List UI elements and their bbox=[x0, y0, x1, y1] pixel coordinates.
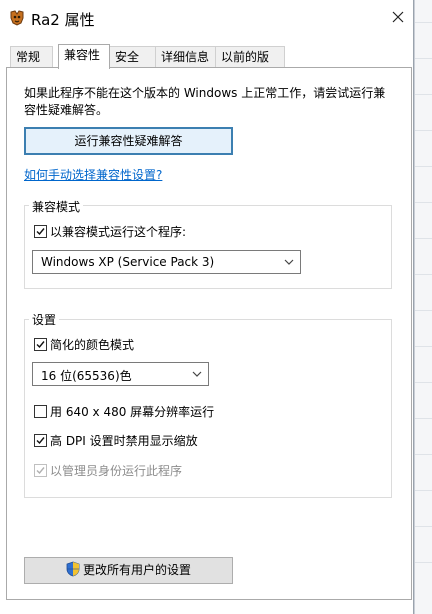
close-icon[interactable] bbox=[386, 5, 410, 29]
background-window-edge bbox=[414, 0, 432, 614]
compat-mode-label: 兼容模式 bbox=[29, 198, 84, 215]
tab-security[interactable]: 安全 bbox=[109, 46, 156, 68]
high-dpi-checkbox[interactable]: 高 DPI 设置时禁用显示缩放 bbox=[34, 432, 198, 449]
color-depth-select[interactable]: 16 位(65536)色 bbox=[32, 362, 209, 386]
high-dpi-label: 高 DPI 设置时禁用显示缩放 bbox=[50, 434, 198, 448]
tab-previous-versions[interactable]: 以前的版本 bbox=[215, 46, 285, 85]
res-640-checkbox[interactable]: 用 640 x 480 屏幕分辨率运行 bbox=[34, 403, 214, 420]
compat-mode-checkbox-label: 以兼容模式运行这个程序: bbox=[50, 225, 187, 239]
tab-general[interactable]: 常规 bbox=[10, 46, 53, 68]
title-bar: Ra2 属性 bbox=[0, 0, 413, 36]
intro-text: 如果此程序不能在这个版本的 Windows 上正常工作，请尝试运行兼容性疑难解答… bbox=[24, 86, 386, 117]
run-as-admin-label: 以管理员身份运行此程序 bbox=[50, 464, 183, 478]
check-icon bbox=[34, 338, 47, 351]
check-icon bbox=[34, 464, 47, 477]
change-all-users-label: 更改所有用户的设置 bbox=[82, 563, 191, 577]
window-title: Ra2 属性 bbox=[31, 11, 95, 29]
chevron-down-icon bbox=[192, 367, 202, 381]
compat-mode-group bbox=[24, 205, 392, 289]
color-depth-value: 16 位(65536)色 bbox=[41, 369, 132, 383]
res-640-label: 用 640 x 480 屏幕分辨率运行 bbox=[50, 405, 215, 419]
check-icon bbox=[34, 434, 47, 447]
reduced-color-checkbox[interactable]: 简化的颜色模式 bbox=[34, 336, 134, 353]
run-troubleshooter-button[interactable]: 运行兼容性疑难解答 bbox=[24, 127, 233, 155]
tab-details[interactable]: 详细信息 bbox=[155, 46, 216, 68]
settings-group-label: 设置 bbox=[29, 311, 60, 328]
os-version-select[interactable]: Windows XP (Service Pack 3) bbox=[32, 250, 301, 274]
os-version-value: Windows XP (Service Pack 3) bbox=[41, 255, 215, 269]
ra2-app-icon bbox=[8, 9, 26, 27]
chevron-down-icon bbox=[284, 255, 294, 269]
properties-dialog: Ra2 属性 常规 兼容性 安全 详细信息 以前的版本 如果此程序不能在这个版本… bbox=[0, 0, 414, 614]
compat-mode-checkbox[interactable]: 以兼容模式运行这个程序: bbox=[34, 223, 186, 240]
change-all-users-button[interactable]: 更改所有用户的设置 bbox=[24, 557, 233, 584]
run-as-admin-checkbox: 以管理员身份运行此程序 bbox=[34, 462, 182, 479]
manual-settings-link[interactable]: 如何手动选择兼容性设置? bbox=[24, 166, 162, 183]
tab-compatibility[interactable]: 兼容性 bbox=[58, 44, 110, 69]
reduced-color-label: 简化的颜色模式 bbox=[50, 338, 135, 352]
uac-shield-icon bbox=[66, 561, 80, 577]
check-icon bbox=[34, 225, 47, 238]
